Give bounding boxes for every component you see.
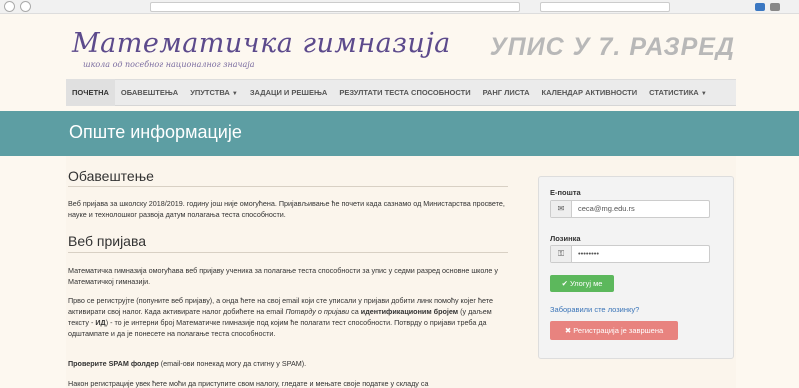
divider — [68, 186, 508, 187]
spam-text: (email-ови понекад могу да стигну у SPAM… — [158, 359, 307, 368]
web-application-text: Математичка гимназија омогућава веб приј… — [68, 266, 499, 286]
password-field[interactable]: ⚿ •••••••• — [550, 245, 710, 263]
logo-title[interactable]: Математичка гимназија — [72, 28, 451, 59]
logo-subtitle: школа од посебног националног значаја — [83, 60, 255, 69]
nav-home[interactable]: Почетна — [66, 79, 115, 106]
page-title: Опште информације — [69, 122, 242, 142]
enrollment-title: УПИС У 7. РАЗРЕД — [489, 33, 735, 61]
nav-results[interactable]: Резултати теста способности — [333, 79, 476, 106]
registration-closed-button[interactable]: ✖ Регистрација је завршена — [550, 321, 678, 340]
browser-search-field[interactable] — [540, 2, 670, 12]
forgot-password-link[interactable]: Заборавили сте лозинку? — [550, 305, 639, 314]
extension-icon[interactable] — [755, 3, 765, 11]
registration-button-label: Регистрација је завршена — [573, 326, 664, 335]
nav-calendar-label: Календар активности — [541, 88, 638, 97]
nav-tasks[interactable]: Задаци и решења — [244, 79, 334, 106]
id-number-term: идентификационим бројем — [360, 307, 459, 316]
web-application-heading: Веб пријава — [68, 233, 147, 249]
password-value[interactable]: •••••••• — [572, 246, 599, 262]
notice-text: Веб пријава за школску 2018/2019. годину… — [68, 199, 505, 219]
email-field[interactable]: ✉ ceca@mg.edu.rs — [550, 200, 710, 218]
email-label: Е-пошта — [550, 188, 581, 197]
id-abbreviation: ИД — [95, 318, 106, 327]
nav-instructions-label: Упутства — [190, 88, 230, 97]
registration-instructions: Прво се региструјте (попуните веб пријав… — [68, 295, 508, 339]
login-button-label: Улогуј ме — [569, 279, 603, 288]
address-bar[interactable] — [150, 2, 520, 12]
nav-statistics-label: Статистика — [649, 88, 699, 97]
nav-notices[interactable]: Обавештења — [115, 79, 184, 106]
menu-icon[interactable] — [770, 3, 780, 11]
spam-warning: Проверите SPAM фолдер — [68, 359, 159, 368]
main-navbar: Почетна Обавештења Упутства ▼ Задаци и р… — [66, 79, 736, 106]
confirmation-term: Потврду о пријави — [285, 307, 350, 316]
text-fragment: са — [349, 307, 361, 316]
nav-ranking-label: Ранг листа — [482, 88, 530, 97]
nav-home-label: Почетна — [72, 88, 109, 97]
key-icon: ⚿ — [551, 246, 572, 262]
nav-tasks-label: Задаци и решења — [249, 88, 328, 97]
nav-results-label: Резултати теста способности — [339, 88, 471, 97]
divider — [68, 252, 508, 253]
close-icon: ✖ — [564, 326, 572, 335]
caret-down-icon: ▼ — [700, 91, 707, 97]
browser-toolbar — [0, 0, 799, 14]
text-fragment: ) - то је интерни број Математичке гимна… — [68, 318, 487, 338]
envelope-icon: ✉ — [551, 201, 572, 217]
nav-ranking[interactable]: Ранг листа — [477, 79, 536, 106]
password-label: Лозинка — [550, 234, 581, 243]
check-icon: ✔ — [561, 279, 568, 288]
site-header: Математичка гимназија школа од посебног … — [0, 14, 799, 76]
after-registration-text: Након регистрације увек ћете моћи да при… — [68, 379, 429, 388]
forward-button[interactable] — [20, 1, 31, 12]
nav-notices-label: Обавештења — [120, 88, 179, 97]
email-value[interactable]: ceca@mg.edu.rs — [572, 201, 635, 217]
caret-down-icon: ▼ — [231, 91, 238, 97]
page-banner: Опште информације — [0, 111, 799, 156]
nav-instructions[interactable]: Упутства ▼ — [184, 79, 244, 106]
login-button[interactable]: ✔ Улогуј ме — [550, 275, 614, 292]
spam-notice: Проверите SPAM фолдер (email-ови понекад… — [68, 358, 508, 369]
notice-heading: Обавештење — [68, 168, 154, 184]
nav-calendar[interactable]: Календар активности — [536, 79, 644, 106]
back-button[interactable] — [4, 1, 15, 12]
nav-statistics[interactable]: Статистика ▼ — [643, 79, 713, 106]
